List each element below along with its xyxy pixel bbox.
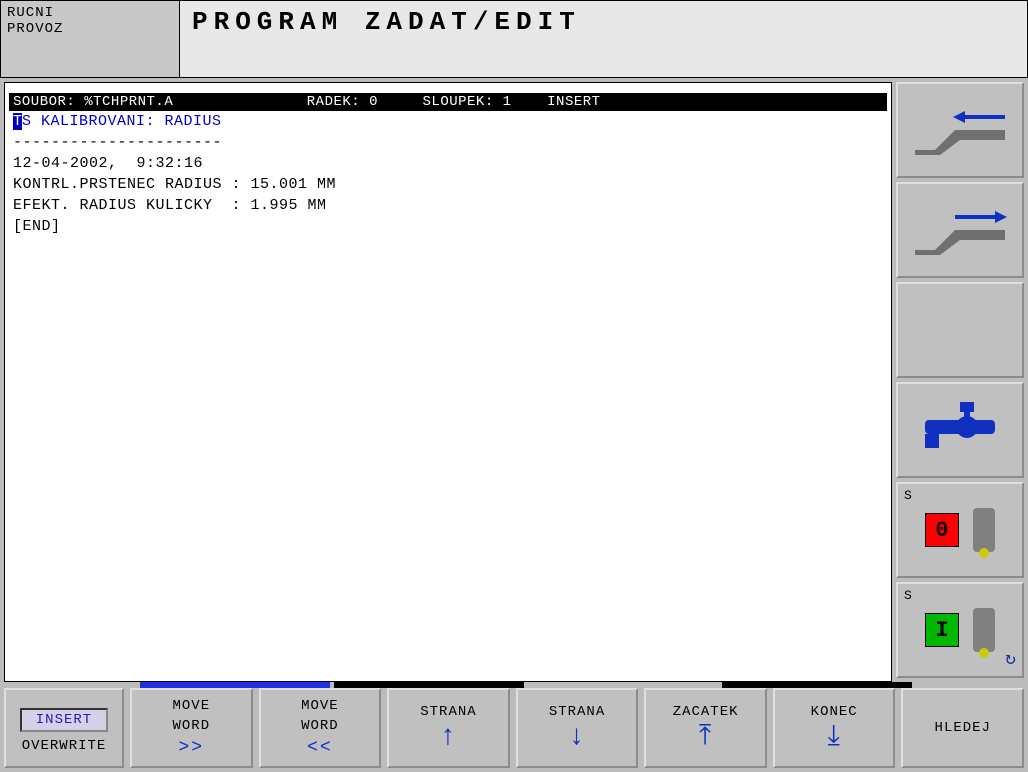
timestamp-line: 12-04-2002, 9:32:16 — [9, 153, 887, 174]
s-label: S — [904, 488, 912, 503]
softkey-move-word-back[interactable]: MOVE WORD << — [259, 688, 382, 768]
divider-line: ---------------------- — [9, 132, 887, 153]
softkey-ramp-right[interactable] — [896, 182, 1024, 278]
end-marker: [END] — [9, 216, 887, 237]
softkey-page-down[interactable]: STRANA ↓ — [516, 688, 639, 768]
softkey-start[interactable]: ZACATEK ⤒ — [644, 688, 767, 768]
cursor: T — [13, 113, 22, 130]
softkey-insert-overwrite[interactable]: INSERT OVERWRITE — [4, 688, 124, 768]
right-softkeys: S 0 S I ↻ — [896, 82, 1024, 682]
editor-status-bar: SOUBOR: %TCHPRNT.A RADEK: 0 SLOUPEK: 1 I… — [9, 93, 887, 111]
header: RUCNI PROVOZ PROGRAM ZADAT/EDIT — [0, 0, 1028, 78]
spindle-start-value: I — [925, 613, 959, 647]
arrow-down-icon: ↓ — [568, 724, 586, 752]
chevron-left-icon: << — [307, 738, 333, 758]
spindle-stop-value: 0 — [925, 513, 959, 547]
softkey-spindle-stop[interactable]: S 0 — [896, 482, 1024, 578]
softkey-find[interactable]: HLEDEJ — [901, 688, 1024, 768]
tool-icon — [973, 608, 995, 652]
softkey-empty[interactable] — [896, 282, 1024, 378]
s-label: S — [904, 588, 912, 603]
softkey-end[interactable]: KONEC ⤓ — [773, 688, 896, 768]
ramp-left-icon — [910, 105, 1010, 155]
bottom-softkeys: INSERT OVERWRITE MOVE WORD >> MOVE WORD … — [4, 688, 1024, 768]
overwrite-label: OVERWRITE — [22, 738, 107, 754]
softkey-coolant[interactable] — [896, 382, 1024, 478]
mode-line1: RUCNI — [7, 5, 173, 21]
arrow-down-stop-icon: ⤓ — [827, 724, 840, 752]
arrow-up-stop-icon: ⤒ — [699, 724, 712, 752]
faucet-icon — [915, 398, 1005, 463]
editor-pane[interactable]: SOUBOR: %TCHPRNT.A RADEK: 0 SLOUPEK: 1 I… — [4, 82, 892, 682]
ring-radius-line: KONTRL.PRSTENEC RADIUS : 15.001 MM — [9, 174, 887, 195]
program-heading: TS KALIBROVANI: RADIUS — [9, 111, 887, 132]
insert-label: INSERT — [20, 708, 108, 732]
softkey-ramp-left[interactable] — [896, 82, 1024, 178]
softkey-page-up[interactable]: STRANA ↑ — [387, 688, 510, 768]
ball-radius-line: EFEKT. RADIUS KULICKY : 1.995 MM — [9, 195, 887, 216]
mode-box: RUCNI PROVOZ — [0, 0, 180, 78]
page-title: PROGRAM ZADAT/EDIT — [180, 0, 1028, 78]
softkey-move-word-fwd[interactable]: MOVE WORD >> — [130, 688, 253, 768]
chevron-right-icon: >> — [178, 738, 204, 758]
ramp-right-icon — [910, 205, 1010, 255]
arrow-up-icon: ↑ — [440, 724, 458, 752]
softkey-spindle-start[interactable]: S I ↻ — [896, 582, 1024, 678]
tool-icon — [973, 508, 995, 552]
rotate-icon: ↻ — [1005, 648, 1016, 670]
mode-line2: PROVOZ — [7, 21, 173, 37]
